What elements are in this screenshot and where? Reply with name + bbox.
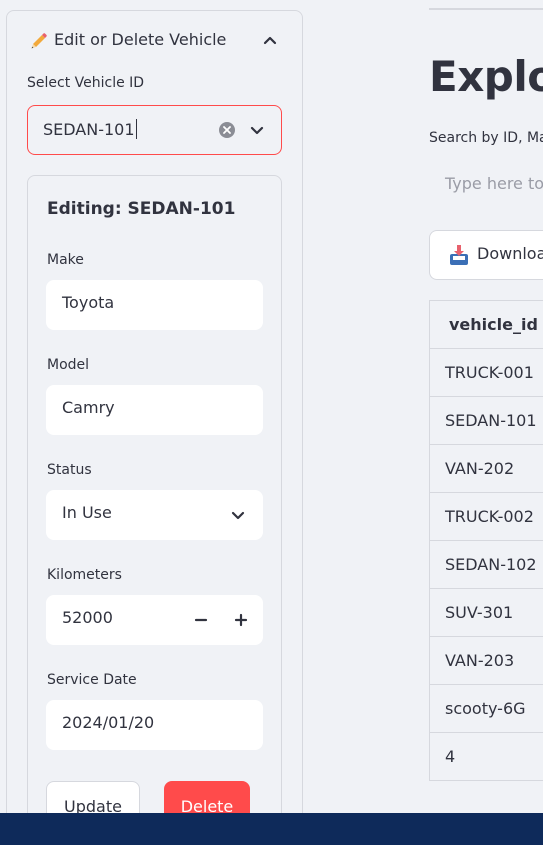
service-date-input[interactable]: 2024/01/20 bbox=[46, 700, 263, 750]
status-value: In Use bbox=[62, 503, 112, 522]
pencil-icon bbox=[31, 33, 47, 49]
vehicle-id-select-value-wrap: SEDAN-101 bbox=[43, 119, 137, 139]
model-value: Camry bbox=[62, 398, 115, 417]
model-label: Model bbox=[47, 357, 90, 373]
download-label: Downloa bbox=[477, 244, 543, 263]
model-input[interactable]: Camry bbox=[46, 385, 263, 435]
inbox-tray-icon bbox=[450, 245, 468, 265]
edit-form: Editing: SEDAN-101 Make Toyota Model Cam… bbox=[27, 175, 282, 845]
status-label: Status bbox=[47, 462, 92, 478]
search-placeholder: Type here to bbox=[445, 174, 543, 193]
service-date-label: Service Date bbox=[47, 672, 137, 688]
table-row[interactable]: SEDAN-101 bbox=[430, 397, 543, 445]
table-row[interactable]: VAN-202 bbox=[430, 445, 543, 493]
make-label: Make bbox=[47, 252, 84, 268]
edit-delete-expander: Edit or Delete Vehicle Select Vehicle ID… bbox=[6, 10, 303, 845]
expander-header[interactable]: Edit or Delete Vehicle bbox=[7, 11, 302, 69]
bottom-bar bbox=[0, 813, 543, 845]
service-date-value: 2024/01/20 bbox=[62, 713, 155, 732]
status-select[interactable]: In Use bbox=[46, 490, 263, 540]
table-row[interactable]: TRUCK-001 bbox=[430, 349, 543, 397]
chevron-down-icon[interactable] bbox=[248, 121, 266, 139]
search-label: Search by ID, Ma bbox=[429, 130, 543, 146]
table-row[interactable]: SUV-301 bbox=[430, 589, 543, 637]
top-divider bbox=[429, 8, 543, 10]
table-row[interactable]: SEDAN-102 bbox=[430, 541, 543, 589]
text-cursor bbox=[135, 119, 137, 139]
kilometers-number-input[interactable]: 52000 bbox=[46, 595, 263, 645]
app-page: Edit or Delete Vehicle Select Vehicle ID… bbox=[0, 0, 543, 845]
download-button[interactable]: Downloa bbox=[429, 230, 543, 280]
vehicle-id-select[interactable]: SEDAN-101 bbox=[27, 105, 282, 155]
kilometers-label: Kilometers bbox=[47, 567, 122, 583]
chevron-down-icon bbox=[231, 511, 245, 520]
column-header-vehicle-id[interactable]: vehicle_id bbox=[430, 301, 543, 349]
make-input[interactable]: Toyota bbox=[46, 280, 263, 330]
chevron-up-icon[interactable] bbox=[260, 30, 280, 50]
page-title: Explor bbox=[429, 52, 543, 101]
table-row[interactable]: TRUCK-002 bbox=[430, 493, 543, 541]
vehicle-table: vehicle_id TRUCK-001 SEDAN-101 VAN-202 T… bbox=[429, 300, 543, 781]
select-vehicle-label: Select Vehicle ID bbox=[27, 75, 145, 91]
table-row[interactable]: VAN-203 bbox=[430, 637, 543, 685]
editing-heading: Editing: SEDAN-101 bbox=[47, 199, 236, 219]
table-row[interactable]: 4 bbox=[430, 733, 543, 781]
decrement-button[interactable] bbox=[189, 608, 213, 632]
increment-button[interactable] bbox=[229, 608, 253, 632]
clear-icon[interactable] bbox=[218, 121, 236, 139]
table-row[interactable]: scooty-6G bbox=[430, 685, 543, 733]
vehicle-id-select-value: SEDAN-101 bbox=[43, 120, 135, 139]
make-value: Toyota bbox=[62, 293, 115, 312]
expander-title: Edit or Delete Vehicle bbox=[54, 30, 227, 49]
kilometers-value: 52000 bbox=[62, 608, 113, 627]
search-input[interactable]: Type here to bbox=[429, 162, 543, 208]
